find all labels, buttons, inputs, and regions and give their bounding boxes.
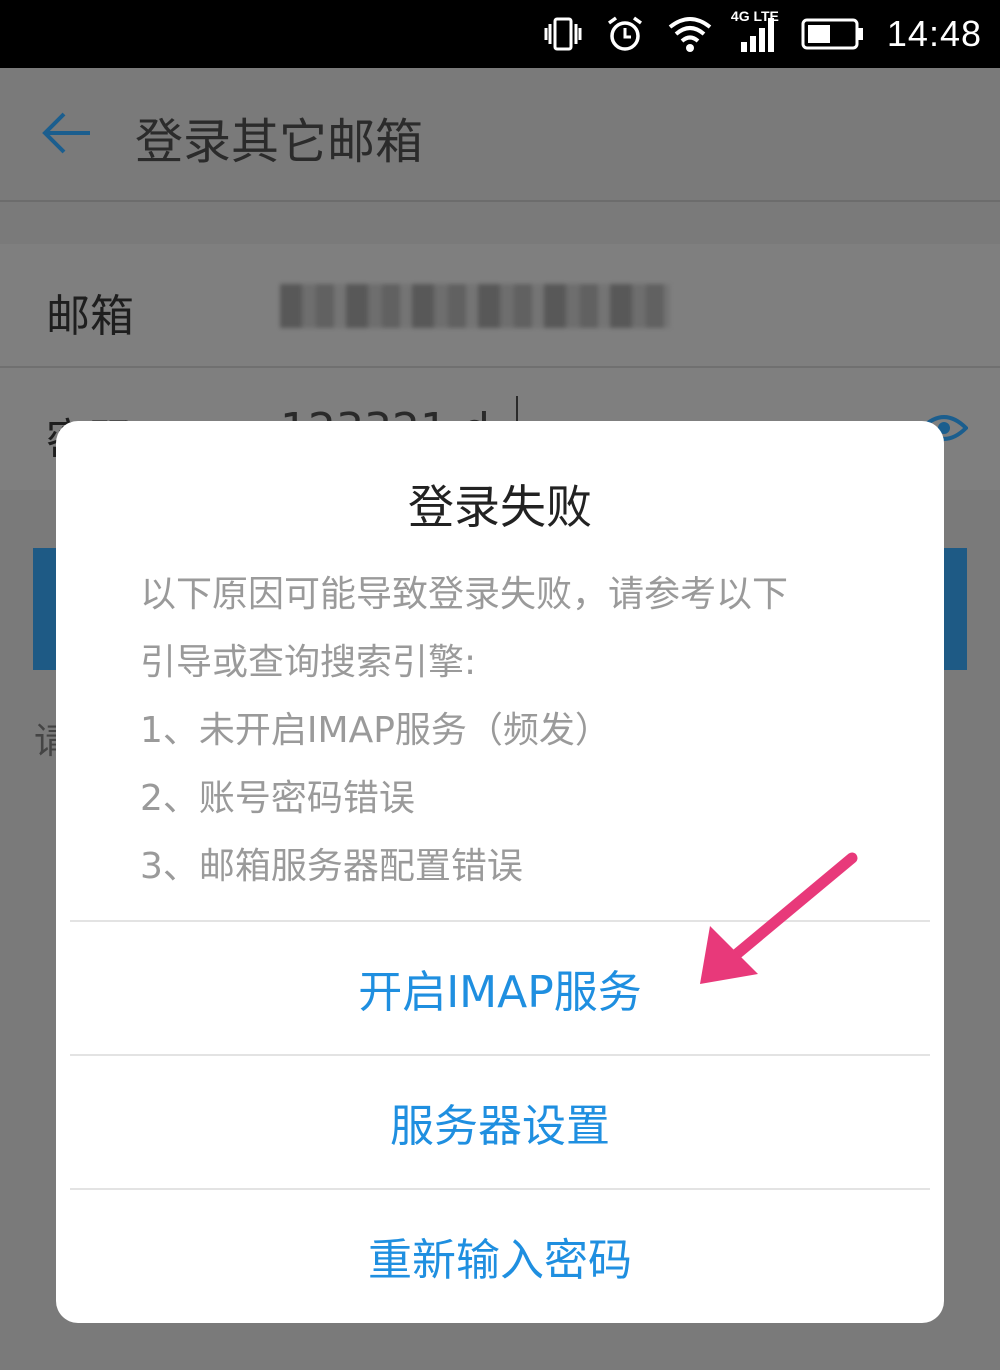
wifi-icon	[667, 15, 713, 53]
page-title: 登录其它邮箱	[135, 114, 424, 170]
dialog-title: 登录失败	[408, 480, 592, 534]
dialog-message-line: 以下原因可能导致登录失败，请参考以下	[140, 574, 789, 615]
server-settings-button[interactable]: 服务器设置	[70, 1056, 930, 1188]
email-input-blurred[interactable]	[280, 284, 670, 328]
email-row: 邮箱	[0, 244, 1000, 368]
app-header: 登录其它邮箱	[0, 68, 1000, 202]
dialog-message-line: 引导或查询搜索引擎:	[140, 642, 477, 683]
annotation-arrow-icon	[700, 852, 858, 984]
clock: 14:48	[886, 13, 982, 54]
battery-icon	[801, 17, 865, 51]
signal-icon: 4G LTE	[731, 8, 779, 54]
alarm-icon	[605, 14, 645, 54]
network-type-label: 4G LTE	[730, 8, 779, 24]
reenter-password-button[interactable]: 重新输入密码	[70, 1190, 930, 1322]
email-label: 邮箱	[46, 291, 134, 342]
dialog-message-line: 1、未开启IMAP服务（频发）	[140, 710, 611, 751]
back-arrow-icon[interactable]	[40, 108, 96, 158]
dialog-message-line: 2、账号密码错误	[140, 778, 415, 819]
status-bar: 4G LTE 14:48	[0, 0, 1000, 68]
vibrate-icon	[543, 14, 583, 54]
